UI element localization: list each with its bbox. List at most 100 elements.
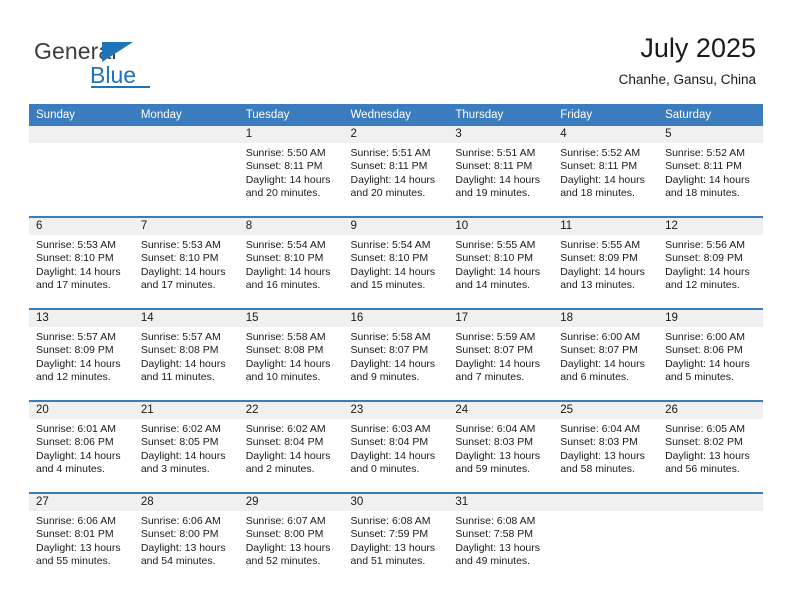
sunset-text: Sunset: 8:10 PM — [140, 252, 219, 265]
day-number: 22 — [238, 402, 344, 419]
day-number: 4 — [553, 126, 659, 143]
sunset-text: Sunset: 8:04 PM — [245, 436, 324, 449]
calendar-day-cell[interactable]: 27 Sunrise: 6:06 AM Sunset: 8:01 PM Dayligh… — [29, 492, 134, 584]
weekday-header-wednesday: Wednesday — [343, 104, 449, 126]
calendar-day-cell[interactable]: 30 Sunrise: 6:08 AM Sunset: 7:59 PM Dayligh… — [343, 492, 449, 584]
location-subtitle: Chanhe, Gansu, China — [618, 72, 756, 87]
day-cell-details: Sunrise: 6:01 AM Sunset: 8:06 PM Daylight:… — [29, 419, 134, 477]
weekday-header-monday: Monday — [133, 104, 239, 126]
calendar-day-cell[interactable]: 20 Sunrise: 6:01 AM Sunset: 8:06 PM Dayligh… — [29, 400, 134, 493]
sunset-text: Sunset: 8:10 PM — [455, 252, 534, 265]
day-cell-inner: 26 Sunrise: 6:05 AM Sunset: 8:02 PM Dayligh… — [658, 402, 763, 490]
calendar-day-cell[interactable]: 31 Sunrise: 6:08 AM Sunset: 7:58 PM Dayligh… — [448, 492, 554, 584]
sunset-text: Sunset: 8:07 PM — [560, 344, 638, 357]
weekday-header-thursday: Thursday — [448, 104, 554, 126]
page-title: July 2025 — [640, 33, 756, 63]
calendar-day-cell[interactable]: 12 Sunrise: 5:56 AM Sunset: 8:09 PM Dayligh… — [658, 216, 763, 309]
calendar-day-cell[interactable]: 1 Sunrise: 5:50 AM Sunset: 8:11 PM Daylight… — [238, 126, 344, 217]
day-cell-details: Sunrise: 6:04 AM Sunset: 8:03 PM Daylight:… — [553, 419, 658, 477]
day-cell-inner: 22 Sunrise: 6:02 AM Sunset: 8:04 PM Dayligh… — [238, 402, 344, 490]
day-cell-inner: 7 Sunrise: 5:53 AM Sunset: 8:10 PM Daylight… — [133, 218, 239, 306]
weekday-header-friday: Friday — [553, 104, 659, 126]
day-cell-details: Sunrise: 6:07 AM Sunset: 8:00 PM Daylight:… — [239, 511, 344, 569]
sunset-text: Sunset: 8:05 PM — [140, 436, 219, 449]
day-number: 11 — [553, 218, 659, 235]
day-number: 30 — [343, 494, 449, 511]
day-cell-details: Sunrise: 6:00 AM Sunset: 8:07 PM Daylight:… — [553, 327, 658, 385]
day-cell-inner: 25 Sunrise: 6:04 AM Sunset: 8:03 PM Dayligh… — [553, 402, 659, 490]
calendar-day-cell[interactable]: 17 Sunrise: 5:59 AM Sunset: 8:07 PM Dayligh… — [448, 308, 554, 401]
calendar-day-cell[interactable]: 28 Sunrise: 6:06 AM Sunset: 8:00 PM Dayligh… — [133, 492, 239, 584]
daylight-text: Daylight: 14 hours and 14 minutes. — [455, 265, 541, 292]
day-cell-inner: 4 Sunrise: 5:52 AM Sunset: 8:11 PM Daylight… — [553, 126, 659, 214]
daylight-text: Daylight: 13 hours and 54 minutes. — [140, 541, 226, 568]
daylight-text: Daylight: 14 hours and 13 minutes. — [560, 265, 645, 292]
day-cell-details: Sunrise: 5:54 AM Sunset: 8:10 PM Daylight:… — [344, 235, 449, 293]
calendar-day-cell[interactable]: 19 Sunrise: 6:00 AM Sunset: 8:06 PM Dayligh… — [658, 308, 763, 401]
daylight-text: Daylight: 14 hours and 16 minutes. — [245, 265, 331, 292]
calendar-day-cell[interactable]: 22 Sunrise: 6:02 AM Sunset: 8:04 PM Dayligh… — [238, 400, 344, 493]
daylight-text: Daylight: 14 hours and 20 minutes. — [350, 173, 436, 200]
calendar-body: 1 Sunrise: 5:50 AM Sunset: 8:11 PM Daylight… — [29, 126, 763, 584]
day-cell-inner: 14 Sunrise: 5:57 AM Sunset: 8:08 PM Dayligh… — [133, 310, 239, 398]
calendar-day-cell[interactable]: 21 Sunrise: 6:02 AM Sunset: 8:05 PM Dayligh… — [133, 400, 239, 493]
sunset-text: Sunset: 8:09 PM — [665, 252, 743, 265]
day-cell-inner: 6 Sunrise: 5:53 AM Sunset: 8:10 PM Daylight… — [29, 218, 134, 306]
day-cell-inner: 17 Sunrise: 5:59 AM Sunset: 8:07 PM Dayligh… — [448, 310, 554, 398]
calendar-day-cell[interactable]: 6 Sunrise: 5:53 AM Sunset: 8:10 PM Daylight… — [29, 216, 134, 309]
general-blue-logo[interactable]: General Blue — [34, 38, 244, 88]
weekday-header-tuesday: Tuesday — [238, 104, 344, 126]
day-cell-inner: 11 Sunrise: 5:55 AM Sunset: 8:09 PM Dayligh… — [553, 218, 659, 306]
calendar-day-cell[interactable]: 25 Sunrise: 6:04 AM Sunset: 8:03 PM Dayligh… — [553, 400, 659, 493]
calendar-day-cell[interactable]: 9 Sunrise: 5:54 AM Sunset: 8:10 PM Daylight… — [343, 216, 449, 309]
day-cell-inner: 20 Sunrise: 6:01 AM Sunset: 8:06 PM Dayligh… — [29, 402, 134, 490]
calendar-day-cell[interactable]: 11 Sunrise: 5:55 AM Sunset: 8:09 PM Dayligh… — [553, 216, 659, 309]
sunrise-text: Sunrise: 6:08 AM — [350, 515, 431, 527]
sunrise-text: Sunrise: 5:54 AM — [350, 239, 431, 251]
calendar-day-cell[interactable]: 7 Sunrise: 5:53 AM Sunset: 8:10 PM Daylight… — [133, 216, 239, 309]
calendar-day-cell[interactable]: 8 Sunrise: 5:54 AM Sunset: 8:10 PM Daylight… — [238, 216, 344, 309]
calendar-day-cell[interactable]: 2 Sunrise: 5:51 AM Sunset: 8:11 PM Daylight… — [343, 126, 449, 217]
daylight-text: Daylight: 14 hours and 12 minutes. — [36, 357, 121, 384]
day-cell-details: Sunrise: 5:50 AM Sunset: 8:11 PM Daylight:… — [239, 143, 344, 201]
day-number: 28 — [133, 494, 239, 511]
sunrise-text: Sunrise: 6:00 AM — [665, 331, 746, 343]
calendar-day-cell[interactable]: 5 Sunrise: 5:52 AM Sunset: 8:11 PM Daylight… — [658, 126, 763, 217]
calendar-day-cell[interactable]: 3 Sunrise: 5:51 AM Sunset: 8:11 PM Daylight… — [448, 126, 554, 217]
calendar-day-cell[interactable]: 13 Sunrise: 5:57 AM Sunset: 8:09 PM Dayligh… — [29, 308, 134, 401]
sunrise-text: Sunrise: 5:55 AM — [560, 239, 641, 251]
calendar-week-row: 20 Sunrise: 6:01 AM Sunset: 8:06 PM Dayligh… — [29, 400, 763, 493]
calendar-day-cell[interactable]: 4 Sunrise: 5:52 AM Sunset: 8:11 PM Daylight… — [553, 126, 659, 217]
sunrise-text: Sunrise: 5:51 AM — [455, 147, 536, 159]
sunset-text: Sunset: 8:11 PM — [350, 160, 428, 173]
weekday-header-sunday: Sunday — [29, 104, 134, 126]
sunset-text: Sunset: 8:11 PM — [455, 160, 533, 173]
day-cell-details: Sunrise: 6:03 AM Sunset: 8:04 PM Daylight:… — [344, 419, 449, 477]
day-cell-details: Sunrise: 5:51 AM Sunset: 8:11 PM Daylight:… — [448, 143, 553, 201]
calendar-day-cell[interactable]: 16 Sunrise: 5:58 AM Sunset: 8:07 PM Dayligh… — [343, 308, 449, 401]
sunrise-text: Sunrise: 6:00 AM — [560, 331, 641, 343]
calendar-day-cell[interactable]: 24 Sunrise: 6:04 AM Sunset: 8:03 PM Dayligh… — [448, 400, 554, 493]
sunset-text: Sunset: 8:11 PM — [245, 160, 323, 173]
sunrise-text: Sunrise: 6:01 AM — [36, 423, 116, 435]
calendar-day-cell[interactable]: 29 Sunrise: 6:07 AM Sunset: 8:00 PM Dayligh… — [238, 492, 344, 584]
day-cell-inner: 28 Sunrise: 6:06 AM Sunset: 8:00 PM Dayligh… — [133, 494, 239, 582]
daylight-text: Daylight: 14 hours and 2 minutes. — [245, 449, 331, 476]
calendar-day-cell[interactable]: 26 Sunrise: 6:05 AM Sunset: 8:02 PM Dayligh… — [658, 400, 763, 493]
day-cell-inner — [133, 126, 239, 214]
sunset-text: Sunset: 7:59 PM — [350, 528, 429, 541]
calendar-day-cell[interactable]: 14 Sunrise: 5:57 AM Sunset: 8:08 PM Dayligh… — [133, 308, 239, 401]
sunrise-text: Sunrise: 5:55 AM — [455, 239, 536, 251]
day-number: 1 — [238, 126, 344, 143]
calendar-day-cell[interactable]: 18 Sunrise: 6:00 AM Sunset: 8:07 PM Dayligh… — [553, 308, 659, 401]
sunset-text: Sunset: 8:10 PM — [350, 252, 429, 265]
day-number: 18 — [553, 310, 659, 327]
day-cell-inner: 16 Sunrise: 5:58 AM Sunset: 8:07 PM Dayligh… — [343, 310, 449, 398]
calendar-day-cell[interactable]: 23 Sunrise: 6:03 AM Sunset: 8:04 PM Dayligh… — [343, 400, 449, 493]
sunset-text: Sunset: 7:58 PM — [455, 528, 534, 541]
calendar-day-cell[interactable]: 10 Sunrise: 5:55 AM Sunset: 8:10 PM Dayligh… — [448, 216, 554, 309]
page-header: General Blue July 2025 Chanhe, Gansu, Ch… — [0, 0, 792, 104]
day-cell-inner: 27 Sunrise: 6:06 AM Sunset: 8:01 PM Dayligh… — [29, 494, 134, 582]
calendar-day-cell[interactable]: 15 Sunrise: 5:58 AM Sunset: 8:08 PM Dayligh… — [238, 308, 344, 401]
day-cell-inner: 21 Sunrise: 6:02 AM Sunset: 8:05 PM Dayligh… — [133, 402, 239, 490]
